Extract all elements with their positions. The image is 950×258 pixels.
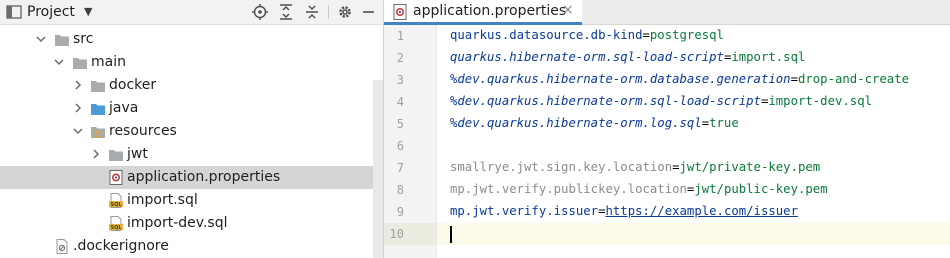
- code-line-9[interactable]: mp.jwt.verify.issuer=https://example.com…: [450, 204, 798, 218]
- hide-icon[interactable]: [360, 3, 378, 21]
- tree-item-label: main: [91, 54, 126, 70]
- property-key: %dev.quarkus.hibernate-orm.sql-load-scri…: [450, 94, 761, 108]
- folder-icon: [109, 150, 123, 161]
- property-value: drop-and-create: [797, 72, 910, 86]
- project-view-icon: [6, 5, 22, 19]
- tree-item-docker[interactable]: docker: [0, 74, 383, 97]
- resources-folder-icon: [91, 127, 105, 138]
- folder-icon: [91, 81, 105, 92]
- property-key: %dev.quarkus.hibernate-orm.database.gene…: [450, 72, 791, 86]
- collapse-all-icon[interactable]: [303, 3, 321, 21]
- tree-item-label: docker: [109, 77, 157, 93]
- property-key: mp.jwt.verify.issuer: [450, 204, 599, 218]
- properties-file-icon: [109, 170, 123, 185]
- tree-item-label: java: [109, 100, 139, 116]
- scrollbar[interactable]: [373, 80, 383, 258]
- line-number: 1: [396, 29, 404, 43]
- chevron-right-icon[interactable]: [91, 149, 101, 159]
- settings-icon[interactable]: [336, 3, 354, 21]
- tree-item-resources[interactable]: resources: [0, 120, 383, 143]
- code-line-1[interactable]: quarkus.datasource.db-kind=postgresql: [450, 28, 724, 42]
- editor[interactable]: application.properties × 1 2 3 4 5 6 7 8…: [384, 0, 950, 258]
- line-number: 10: [389, 227, 404, 241]
- code-line-5[interactable]: %dev.quarkus.hibernate-orm.log.sql=true: [450, 116, 739, 130]
- line-number: 8: [396, 183, 404, 197]
- property-key: quarkus.datasource.db-kind: [450, 28, 643, 42]
- chevron-down-icon[interactable]: ▼: [84, 5, 92, 18]
- property-value: postgresql: [649, 28, 724, 42]
- property-value: jwt/private-key.pem: [679, 160, 821, 174]
- property-value: import-dev.sql: [768, 94, 873, 108]
- line-number: 2: [396, 51, 404, 65]
- project-panel: Project ▼ src main docker java resources…: [0, 0, 384, 258]
- chevron-right-icon[interactable]: [73, 103, 83, 113]
- folder-icon: [73, 58, 87, 69]
- code-line-7[interactable]: smallrye.jwt.sign.key.location=jwt/priva…: [450, 160, 820, 174]
- chevron-right-icon[interactable]: [73, 80, 83, 90]
- property-key: smallrye.jwt.sign.key.location: [450, 160, 673, 174]
- tree-item-label: .dockerignore: [73, 238, 169, 254]
- chevron-down-icon[interactable]: [36, 34, 46, 44]
- code-line-2[interactable]: quarkus.hibernate-orm.sql-load-script=im…: [450, 50, 805, 64]
- line-number: 5: [396, 117, 404, 131]
- tree-item-label: resources: [109, 123, 177, 139]
- property-key: mp.jwt.verify.publickey.location: [450, 182, 687, 196]
- toolbar-separator: [328, 5, 329, 19]
- tree-item-src[interactable]: src: [0, 28, 383, 51]
- tab-application-properties[interactable]: application.properties ×: [384, 0, 582, 25]
- editor-tab-bar: application.properties ×: [384, 0, 950, 25]
- sql-file-icon: SQL: [109, 193, 123, 208]
- chevron-down-icon[interactable]: [54, 57, 64, 67]
- tree-item-main[interactable]: main: [0, 51, 383, 74]
- locate-icon[interactable]: [251, 3, 269, 21]
- tree-item-dockerignore[interactable]: .dockerignore: [0, 235, 383, 258]
- tree-item-import-sql[interactable]: SQL import.sql: [0, 189, 383, 212]
- source-folder-icon: [91, 104, 105, 115]
- tree-item-application-properties[interactable]: application.properties: [0, 166, 383, 189]
- tree-item-label: jwt: [127, 146, 148, 162]
- property-key: quarkus.hibernate-orm.sql-load-script: [450, 50, 724, 64]
- tree-item-label: application.properties: [127, 169, 281, 185]
- ignore-file-icon: [56, 239, 68, 254]
- property-value: jwt/public-key.pem: [694, 182, 828, 196]
- close-icon[interactable]: ×: [562, 2, 574, 18]
- chevron-down-icon[interactable]: [73, 126, 83, 136]
- sql-file-icon: SQL: [109, 216, 123, 231]
- line-number: 3: [396, 73, 404, 87]
- property-value: true: [709, 116, 739, 130]
- svg-text:SQL: SQL: [110, 202, 122, 208]
- line-number: 7: [396, 161, 404, 175]
- expand-all-icon[interactable]: [277, 3, 295, 21]
- project-panel-header: Project ▼: [0, 0, 383, 25]
- tab-label: application.properties: [413, 3, 567, 19]
- properties-file-icon: [393, 4, 407, 20]
- property-value: import.sql: [731, 50, 806, 64]
- tree-item-label: import.sql: [127, 192, 198, 208]
- line-number: 6: [396, 139, 404, 153]
- code-line-3[interactable]: %dev.quarkus.hibernate-orm.database.gene…: [450, 72, 909, 86]
- text-caret: [450, 226, 452, 243]
- code-line-4[interactable]: %dev.quarkus.hibernate-orm.sql-load-scri…: [450, 94, 872, 108]
- project-panel-title[interactable]: Project: [27, 4, 75, 20]
- current-line-highlight: [437, 223, 950, 245]
- line-number: 9: [396, 205, 404, 219]
- tree-item-jwt[interactable]: jwt: [0, 143, 383, 166]
- code-line-8[interactable]: mp.jwt.verify.publickey.location=jwt/pub…: [450, 182, 828, 196]
- tree-item-java[interactable]: java: [0, 97, 383, 120]
- tree-item-label: import-dev.sql: [127, 215, 228, 231]
- line-number: 4: [396, 95, 404, 109]
- property-value-link[interactable]: https://example.com/issuer: [605, 204, 798, 218]
- svg-text:SQL: SQL: [110, 225, 122, 231]
- tree-item-import-dev-sql[interactable]: SQL import-dev.sql: [0, 212, 383, 235]
- property-key: %dev.quarkus.hibernate-orm.log.sql: [450, 116, 702, 130]
- folder-icon: [55, 35, 69, 46]
- tree-item-label: src: [73, 31, 94, 47]
